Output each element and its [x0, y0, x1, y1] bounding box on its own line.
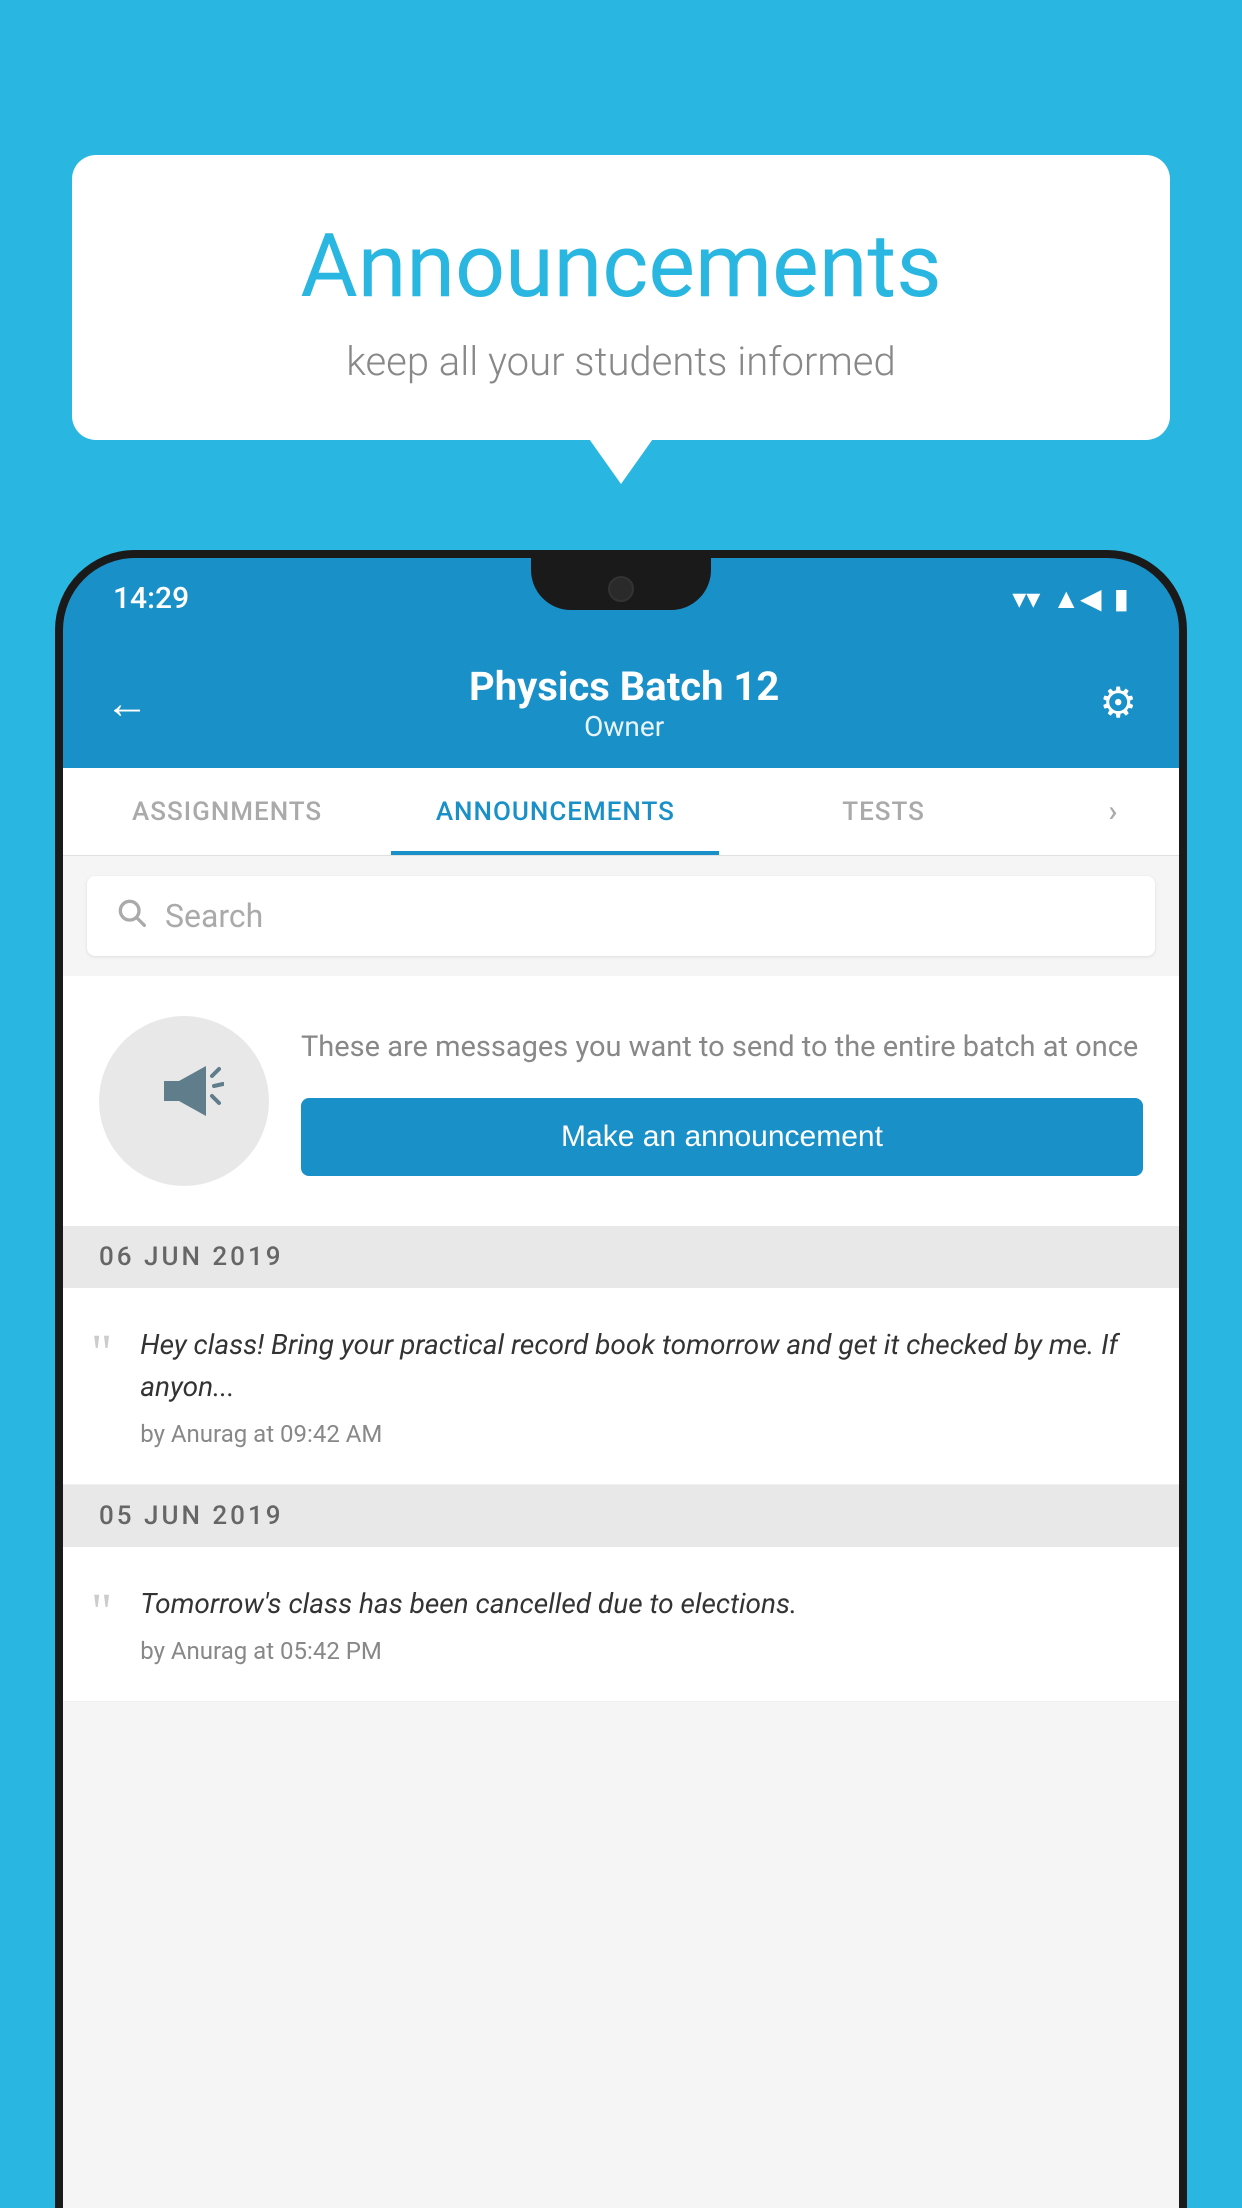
- announcement-item-2[interactable]: " Tomorrow's class has been cancelled du…: [63, 1547, 1179, 1702]
- phone-notch: [531, 558, 711, 610]
- search-bar[interactable]: Search: [87, 876, 1155, 956]
- quote-icon-1: ": [91, 1328, 112, 1380]
- phone-frame: 14:29 ▾▾ ▲◀ ▮ ← Physics Batch 12 Owner ⚙…: [55, 550, 1187, 2208]
- speech-bubble: Announcements keep all your students inf…: [72, 155, 1170, 440]
- tab-assignments[interactable]: ASSIGNMENTS: [63, 768, 391, 855]
- announcement-content-1: Hey class! Bring your practical record b…: [140, 1324, 1143, 1448]
- megaphone-circle: [99, 1016, 269, 1186]
- settings-icon[interactable]: ⚙: [1099, 678, 1137, 728]
- search-icon: [115, 895, 147, 937]
- speech-bubble-container: Announcements keep all your students inf…: [72, 155, 1170, 440]
- header-subtitle: Owner: [469, 710, 779, 743]
- bubble-subtitle: keep all your students informed: [152, 338, 1090, 385]
- announcement-text-1: Hey class! Bring your practical record b…: [140, 1324, 1143, 1408]
- header-center: Physics Batch 12 Owner: [469, 663, 779, 743]
- quote-icon-2: ": [91, 1587, 112, 1639]
- phone-inner: 14:29 ▾▾ ▲◀ ▮ ← Physics Batch 12 Owner ⚙…: [63, 558, 1179, 2208]
- tab-tests[interactable]: TESTS: [719, 768, 1047, 855]
- tab-announcements[interactable]: ANNOUNCEMENTS: [391, 768, 719, 855]
- wifi-icon: ▾▾: [1012, 582, 1040, 615]
- announcement-content-2: Tomorrow's class has been cancelled due …: [140, 1583, 1143, 1665]
- announcement-meta-2: by Anurag at 05:42 PM: [140, 1637, 1143, 1665]
- announcement-text-2: Tomorrow's class has been cancelled due …: [140, 1583, 1143, 1625]
- date-label-2: 05 JUN 2019: [99, 1501, 284, 1531]
- megaphone-icon: [144, 1051, 224, 1151]
- screen-content: Search: [63, 856, 1179, 2208]
- make-announcement-button[interactable]: Make an announcement: [301, 1098, 1143, 1176]
- date-separator-2: 05 JUN 2019: [63, 1485, 1179, 1547]
- phone-camera: [608, 576, 634, 602]
- announcement-meta-1: by Anurag at 09:42 AM: [140, 1420, 1143, 1448]
- search-placeholder: Search: [165, 897, 263, 935]
- back-button[interactable]: ←: [105, 677, 149, 729]
- bubble-title: Announcements: [152, 215, 1090, 318]
- empty-state: These are messages you want to send to t…: [63, 976, 1179, 1226]
- app-header: ← Physics Batch 12 Owner ⚙: [63, 638, 1179, 768]
- battery-icon: ▮: [1114, 582, 1129, 615]
- empty-right: These are messages you want to send to t…: [301, 1026, 1143, 1176]
- announcement-item-1[interactable]: " Hey class! Bring your practical record…: [63, 1288, 1179, 1485]
- status-time: 14:29: [113, 581, 189, 616]
- tab-bar: ASSIGNMENTS ANNOUNCEMENTS TESTS ›: [63, 768, 1179, 856]
- date-label-1: 06 JUN 2019: [99, 1242, 284, 1272]
- empty-description: These are messages you want to send to t…: [301, 1026, 1143, 1070]
- header-title: Physics Batch 12: [469, 663, 779, 710]
- date-separator-1: 06 JUN 2019: [63, 1226, 1179, 1288]
- tab-more[interactable]: ›: [1048, 768, 1179, 855]
- signal-icon: ▲◀: [1052, 582, 1101, 615]
- status-icons: ▾▾ ▲◀ ▮: [1012, 582, 1129, 615]
